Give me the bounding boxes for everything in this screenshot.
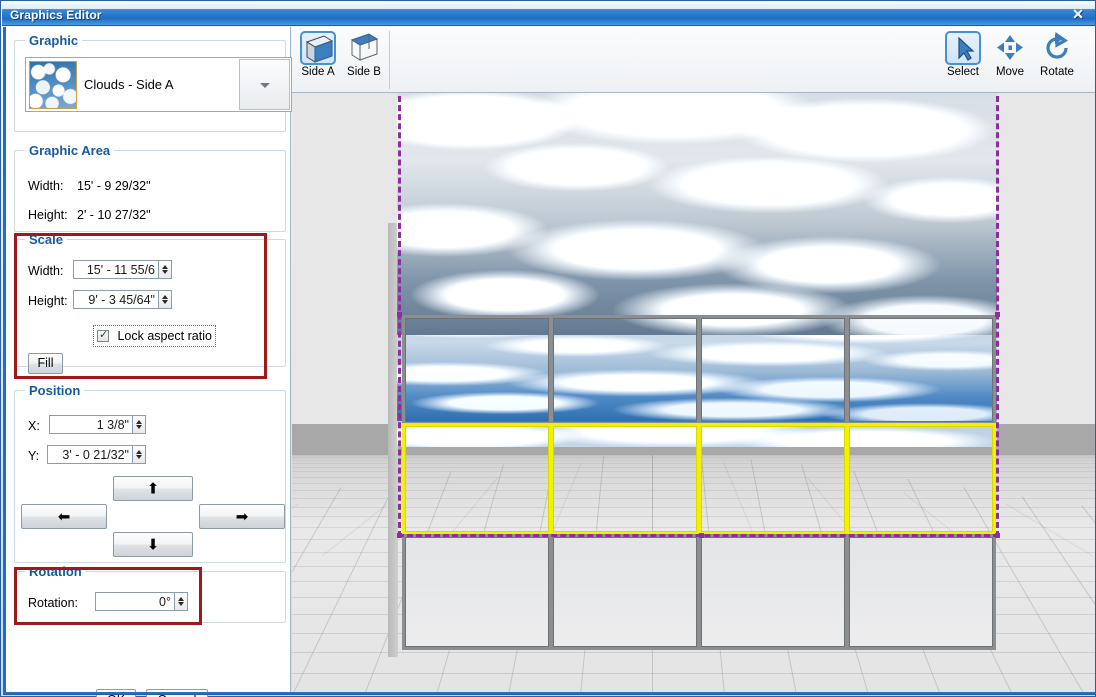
graphic-select-combobox[interactable]: Clouds - Side A	[25, 57, 292, 112]
rotation-label: Rotation:	[28, 596, 79, 610]
graphic-area-width-label: Width:	[28, 179, 64, 193]
position-y-label: Y:	[28, 449, 40, 463]
side-b-button[interactable]: Side B	[340, 27, 388, 78]
scale-group-title: Scale	[25, 232, 67, 247]
3d-wall-preview[interactable]	[292, 93, 1095, 695]
scale-height-input[interactable]: 9' - 3 45/64"	[73, 290, 159, 309]
lock-aspect-ratio-label: Lock aspect ratio	[117, 329, 212, 343]
wall-panel-selected[interactable]	[402, 423, 552, 535]
wall-panel[interactable]	[402, 315, 552, 425]
rotation-group-title: Rotation	[25, 564, 86, 579]
wall-panel[interactable]	[846, 315, 996, 425]
side-selector-group: Side A Side B	[292, 27, 389, 92]
graphics-editor-window: Graphics Editor ✕ Graphic Clouds - Side …	[0, 0, 1096, 697]
floor-grid-line	[1021, 496, 1095, 695]
graphic-selected-label: Clouds - Side A	[84, 77, 174, 92]
cube-side-b-icon	[346, 31, 382, 65]
rotation-input[interactable]: 0°	[95, 592, 175, 611]
tool-selector-group: Select Move Rotate	[939, 27, 1091, 92]
close-icon[interactable]: ✕	[1067, 5, 1089, 23]
floor-grid-line	[1005, 503, 1093, 557]
wall-panel-selected[interactable]	[846, 423, 996, 535]
page-title: Graphics Editor	[10, 8, 102, 22]
editor-toolbar: Side A Side B Select Move Rotate	[292, 27, 1095, 93]
lock-aspect-ratio-checkbox[interactable]: Lock aspect ratio	[93, 325, 216, 347]
graphic-group-title: Graphic	[25, 33, 83, 48]
arrow-left-icon: ⬅	[57, 508, 71, 525]
wall-panel[interactable]	[550, 315, 700, 425]
window-titlebar: Graphics Editor ✕	[2, 2, 1095, 26]
rotate-ccw-icon	[1039, 31, 1075, 65]
position-group: Position X: 1 3/8" Y: 3' - 0 21/32" ⬆ ⬅ …	[14, 383, 286, 563]
position-y-stepper[interactable]	[133, 445, 146, 464]
scale-width-input[interactable]: 15' - 11 55/6	[73, 260, 159, 279]
position-group-title: Position	[25, 383, 85, 398]
fill-button[interactable]: Fill	[28, 353, 63, 374]
floor-grid-line	[292, 487, 342, 695]
wall-panel[interactable]	[846, 534, 996, 650]
graphic-group: Graphic Clouds - Side A	[14, 33, 292, 132]
cursor-arrow-icon	[945, 31, 981, 65]
settings-sidebar: Graphic Clouds - Side A Graphic Area Wid…	[3, 27, 292, 697]
scale-height-label: Height:	[28, 294, 68, 308]
clouds-thumbnail-icon	[29, 61, 77, 109]
arrow-down-icon: ⬇	[146, 536, 160, 553]
wall-panel[interactable]	[698, 534, 848, 650]
graphic-area-height-label: Height:	[28, 208, 68, 222]
graphic-area-height-value: 2' - 10 27/32"	[77, 208, 151, 222]
floor-grid-line	[292, 478, 398, 695]
rotate-tool-button[interactable]: Rotate	[1033, 27, 1081, 78]
move-tool-label: Move	[995, 66, 1025, 78]
graphic-upper-region	[397, 93, 997, 335]
wall-panel-assembly[interactable]	[388, 93, 1000, 657]
select-tool-button[interactable]: Select	[939, 27, 987, 78]
arrow-right-icon: ➡	[235, 508, 249, 525]
scale-width-label: Width:	[28, 264, 64, 278]
arrow-up-icon: ⬆	[146, 480, 160, 497]
wall-panel[interactable]	[402, 534, 552, 650]
cube-side-a-icon	[300, 31, 336, 65]
position-x-input[interactable]: 1 3/8"	[49, 415, 133, 434]
nudge-left-button[interactable]: ⬅	[21, 504, 107, 529]
scale-group: Scale Width: 15' - 11 55/6 Height: 9' - …	[14, 232, 286, 374]
move-tool-button[interactable]: Move	[986, 27, 1034, 78]
checkbox-checked-icon	[97, 328, 109, 342]
side-b-label: Side B	[347, 66, 381, 78]
select-tool-label: Select	[947, 66, 979, 78]
wall-panel-selected[interactable]	[698, 423, 848, 535]
wall-panel[interactable]	[550, 534, 700, 650]
wall-panel[interactable]	[698, 315, 848, 425]
position-x-label: X:	[28, 419, 40, 433]
rotation-group: Rotation Rotation: 0°	[14, 564, 286, 623]
position-y-input[interactable]: 3' - 0 21/32"	[47, 445, 133, 464]
floor-grid-line	[292, 503, 300, 557]
scale-width-stepper[interactable]	[159, 260, 172, 279]
chevron-down-icon[interactable]	[239, 59, 290, 110]
rotate-tool-label: Rotate	[1040, 66, 1074, 78]
graphic-area-group-title: Graphic Area	[25, 143, 115, 158]
wall-panel-selected[interactable]	[550, 423, 700, 535]
position-x-stepper[interactable]	[133, 415, 146, 434]
nudge-up-button[interactable]: ⬆	[113, 476, 193, 501]
rotation-stepper[interactable]	[175, 592, 188, 611]
scale-height-stepper[interactable]	[159, 290, 172, 309]
nudge-down-button[interactable]: ⬇	[113, 532, 193, 557]
graphic-area-group: Graphic Area Width: 15' - 9 29/32" Heigh…	[14, 143, 286, 232]
nudge-right-button[interactable]: ➡	[199, 504, 285, 529]
graphic-area-width-value: 15' - 9 29/32"	[77, 179, 151, 193]
floor-grid-line	[292, 673, 1095, 674]
side-a-button[interactable]: Side A	[294, 27, 342, 78]
window-bottom-strip	[3, 692, 1095, 695]
toolbar-divider	[389, 31, 390, 89]
side-a-label: Side A	[301, 66, 335, 78]
move-four-arrows-icon	[992, 31, 1028, 65]
titlebar-sheen	[2, 2, 1095, 9]
cloud-texture	[397, 93, 997, 335]
